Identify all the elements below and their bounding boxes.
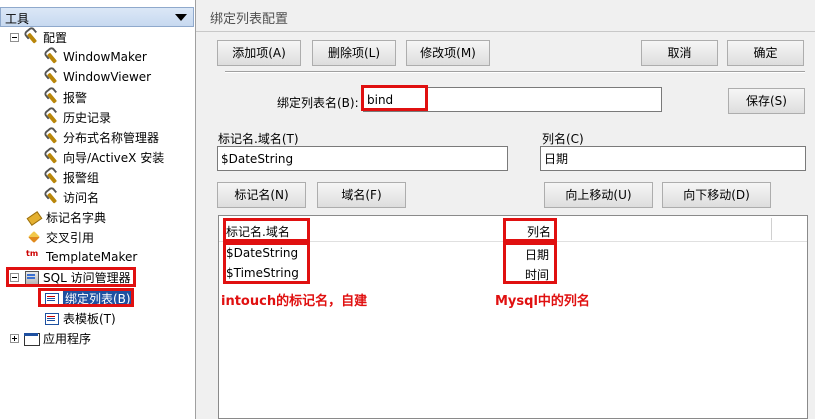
tree-node-label: 历史记录 [63, 110, 112, 125]
application-window-icon [23, 330, 40, 346]
tree-node-label: 向导/ActiveX 安装 [63, 150, 165, 165]
tree-node-label: TemplateMaker [46, 250, 138, 264]
delete-item-button[interactable]: 删除项(L) [312, 40, 396, 66]
table-template-icon [43, 310, 59, 326]
tree-node-table-template[interactable]: 表模板(T) [43, 309, 116, 327]
grid-row-1-column[interactable]: 日期 [525, 246, 549, 263]
tree-node-label: 访问名 [63, 190, 100, 205]
grid-row-1-tag[interactable]: $DateString [226, 246, 298, 260]
tree-node-history[interactable]: 历史记录 [43, 108, 111, 126]
column-name-label: 列名(C) [542, 132, 584, 146]
annotation-intouch-tags: intouch的标记名，自建 [221, 294, 368, 309]
tools-tree-panel: 工具 配置 WindowMaker WindowViewer 报警 历史记录 分… [0, 0, 196, 419]
domain-button[interactable]: 域名(F) [317, 182, 406, 208]
tree-header-title: 工具 [5, 12, 30, 26]
tree-node-windowmaker[interactable]: WindowMaker [43, 48, 147, 66]
templatemaker-icon: tm [26, 249, 39, 258]
save-button[interactable]: 保存(S) [728, 88, 805, 114]
dropdown-arrow-icon[interactable] [175, 14, 187, 21]
grid-row-2-tag[interactable]: $TimeString [226, 266, 299, 280]
cancel-button[interactable]: 取消 [641, 40, 718, 66]
title-divider [196, 31, 815, 32]
tree-node-label: 表模板(T) [63, 311, 116, 326]
annotation-mysql-columns: Mysql中的列名 [495, 294, 590, 309]
tree-node-wizard-activex[interactable]: 向导/ActiveX 安装 [43, 148, 164, 166]
tagname-button[interactable]: 标记名(N) [217, 182, 306, 208]
tree-node-bind-list[interactable]: 绑定列表(B) [43, 289, 133, 307]
wrench-icon [20, 26, 43, 49]
tree-header[interactable]: 工具 [0, 7, 194, 27]
wrench-icon [40, 186, 63, 209]
collapse-toggle-icon[interactable] [10, 32, 19, 42]
tree-node-templatemaker[interactable]: tm TemplateMaker [26, 248, 137, 266]
column-name-input[interactable] [540, 146, 806, 171]
grid-header-column[interactable]: 列名 [527, 223, 551, 240]
tree-node-label: 绑定列表(B) [63, 289, 133, 307]
tree-node-applications[interactable]: 应用程序 [10, 329, 91, 347]
tree-node-label: WindowMaker [63, 50, 147, 64]
grid-column-divider [771, 218, 772, 240]
expand-toggle-icon[interactable] [10, 333, 19, 343]
tree-node-label: 交叉引用 [46, 230, 95, 245]
ok-button[interactable]: 确定 [727, 40, 804, 66]
database-icon [23, 269, 39, 285]
tree-node-label: 配置 [43, 30, 68, 45]
collapse-toggle-icon[interactable] [10, 272, 19, 282]
dialog-title: 绑定列表配置 [210, 12, 289, 27]
grid-header-tag[interactable]: 标记名.域名 [226, 223, 290, 240]
tag-domain-label: 标记名.域名(T) [218, 132, 299, 146]
add-item-button[interactable]: 添加项(A) [217, 40, 301, 66]
tree-node-sql-access-manager[interactable]: SQL 访问管理器 [10, 268, 131, 286]
bind-list-grid[interactable]: 标记名.域名 列名 $DateString 日期 $TimeString 时间 [218, 215, 808, 419]
cross-reference-icon [26, 229, 42, 245]
modify-item-button[interactable]: 修改项(M) [406, 40, 490, 66]
grid-header-row [219, 216, 807, 242]
tree-node-label: 分布式名称管理器 [63, 130, 160, 145]
move-down-button[interactable]: 向下移动(D) [662, 182, 771, 208]
tag-icon [26, 209, 42, 225]
tree-node-config[interactable]: 配置 [10, 28, 67, 46]
tree-node-tagname-dictionary[interactable]: 标记名字典 [26, 208, 106, 226]
tree-node-label: 报警组 [63, 170, 100, 185]
tree-node-label: 应用程序 [43, 331, 92, 346]
tree-node-label: 报警 [63, 90, 88, 105]
bind-list-name-input[interactable] [363, 87, 662, 112]
tag-domain-input[interactable] [217, 146, 508, 171]
tree-node-windowviewer[interactable]: WindowViewer [43, 68, 151, 86]
grid-row-2-column[interactable]: 时间 [525, 266, 549, 283]
tree-node-distributed-name-manager[interactable]: 分布式名称管理器 [43, 128, 159, 146]
bind-list-icon [43, 290, 59, 306]
tree-node-label: 标记名字典 [46, 210, 107, 225]
tree-node-label: WindowViewer [63, 70, 152, 84]
move-up-button[interactable]: 向上移动(U) [544, 182, 653, 208]
tree-node-label: SQL 访问管理器 [43, 270, 131, 285]
tree-node-alarm-group[interactable]: 报警组 [43, 168, 99, 186]
tree-node-access-name[interactable]: 访问名 [43, 188, 99, 206]
divider [225, 71, 805, 73]
bind-list-name-label: 绑定列表名(B): [277, 96, 359, 110]
tree-node-alarm[interactable]: 报警 [43, 88, 87, 106]
tree-node-cross-reference[interactable]: 交叉引用 [26, 228, 94, 246]
